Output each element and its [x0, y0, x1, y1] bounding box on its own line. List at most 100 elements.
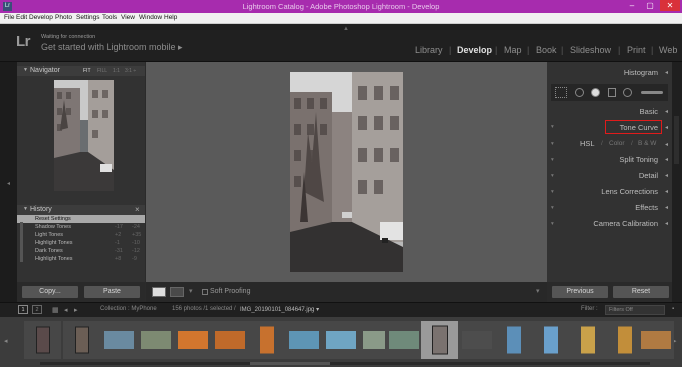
- module-slideshow[interactable]: Slideshow: [570, 45, 611, 55]
- back-arrow-icon[interactable]: ◂: [64, 306, 68, 314]
- thumbnail[interactable]: [248, 321, 285, 359]
- thumbnail[interactable]: [24, 321, 61, 359]
- right-panel-edge[interactable]: [672, 62, 682, 302]
- module-library[interactable]: Library: [415, 45, 443, 55]
- thumbnail[interactable]: [100, 321, 137, 359]
- history-item[interactable]: Reset Settings: [17, 215, 145, 223]
- expand-effects-icon[interactable]: ◂: [665, 204, 668, 211]
- panel-split-toning[interactable]: Split Toning: [619, 155, 658, 164]
- thumbnail[interactable]: [322, 321, 359, 359]
- thumbnail[interactable]: [495, 321, 532, 359]
- menu-tools[interactable]: Tools: [102, 14, 117, 21]
- thumbnail[interactable]: [637, 321, 674, 359]
- zoom-fill[interactable]: FILL: [97, 68, 107, 74]
- toolbar-menu-icon[interactable]: ▾: [536, 287, 540, 295]
- expand-hsl-icon[interactable]: ◂: [665, 141, 668, 148]
- tab-bw[interactable]: B & W: [638, 140, 656, 147]
- panel-basic[interactable]: Basic: [640, 107, 658, 116]
- collapse-histogram-icon[interactable]: ◂: [665, 69, 668, 76]
- history-item[interactable]: Shadow Tones -17 -24: [17, 223, 145, 231]
- before-after-dropdown[interactable]: ▾: [189, 287, 193, 295]
- module-book[interactable]: Book: [536, 45, 557, 55]
- module-map[interactable]: Map: [504, 45, 522, 55]
- panel-histogram[interactable]: Histogram: [624, 68, 658, 77]
- thumbnail[interactable]: [458, 321, 495, 359]
- module-develop[interactable]: Develop: [457, 45, 492, 55]
- navigator-preview[interactable]: [54, 80, 114, 191]
- panel-switch-icon[interactable]: ▾: [551, 189, 554, 195]
- panel-camera-calibration[interactable]: Camera Calibration: [593, 219, 658, 228]
- menu-photo[interactable]: Photo: [55, 14, 72, 21]
- adjustment-brush-icon[interactable]: [641, 91, 663, 94]
- panel-switch-icon[interactable]: ▾: [551, 157, 554, 163]
- thumbnail[interactable]: [285, 321, 322, 359]
- left-panel-edge[interactable]: ◂: [0, 62, 17, 302]
- close-button[interactable]: ✕: [660, 0, 680, 11]
- menu-settings[interactable]: Settings: [76, 14, 100, 21]
- previous-button[interactable]: Previous: [552, 286, 608, 298]
- filmstrip-left-icon[interactable]: ◂: [4, 337, 8, 345]
- thumbnail[interactable]: [174, 321, 211, 359]
- expand-detail-icon[interactable]: ◂: [665, 172, 668, 179]
- main-photo[interactable]: [290, 72, 403, 272]
- clear-history-icon[interactable]: ×: [135, 205, 140, 214]
- filter-dropdown[interactable]: Filters Off: [605, 305, 665, 315]
- menu-window[interactable]: Window: [139, 14, 162, 21]
- forward-arrow-icon[interactable]: ▸: [74, 306, 78, 314]
- zoom-3-1[interactable]: 3:1 ÷: [125, 68, 136, 74]
- thumbnail[interactable]: [211, 321, 248, 359]
- window-1-button[interactable]: 1: [18, 305, 28, 314]
- filmstrip-scrollbar[interactable]: [40, 362, 650, 365]
- thumbnail[interactable]: [385, 321, 422, 359]
- navigator-header[interactable]: ▼ Navigator FIT FILL 1:1 3:1 ÷: [17, 66, 145, 76]
- menu-file[interactable]: File: [4, 14, 14, 21]
- filmstrip-source[interactable]: Collection : MyPhone: [100, 306, 157, 312]
- panel-switch-icon[interactable]: ▾: [551, 173, 554, 179]
- red-eye-icon[interactable]: [591, 88, 600, 97]
- grid-view-icon[interactable]: ▦: [52, 306, 59, 314]
- reset-button[interactable]: Reset: [613, 286, 669, 298]
- image-viewer[interactable]: [146, 62, 547, 282]
- history-item[interactable]: Light Tones +2 +35: [17, 231, 145, 239]
- menu-edit[interactable]: Edit: [16, 14, 27, 21]
- panel-switch-icon[interactable]: ▾: [551, 205, 554, 211]
- module-print[interactable]: Print: [627, 45, 646, 55]
- zoom-1-1[interactable]: 1:1: [113, 68, 120, 74]
- panel-effects[interactable]: Effects: [635, 203, 658, 212]
- filmstrip-scroll-thumb[interactable]: [250, 362, 330, 365]
- history-item[interactable]: Highlight Tones +8 -9: [17, 255, 145, 263]
- module-web[interactable]: Web: [659, 45, 677, 55]
- thumbnail[interactable]: [63, 321, 100, 359]
- paste-button[interactable]: Paste: [84, 286, 140, 298]
- expand-split-toning-icon[interactable]: ◂: [665, 156, 668, 163]
- panel-detail[interactable]: Detail: [639, 171, 658, 180]
- thumbnail[interactable]: [569, 321, 606, 359]
- mobile-prompt[interactable]: Get started with Lightroom mobile ▸: [41, 42, 183, 53]
- loupe-view-icon[interactable]: [152, 287, 166, 297]
- selected-filename[interactable]: IMG_20190101_084647.jpg ▾: [240, 306, 319, 313]
- tab-color[interactable]: Color: [609, 140, 625, 147]
- graduated-filter-icon[interactable]: [608, 88, 616, 97]
- window-2-button[interactable]: 2: [32, 305, 42, 314]
- thumbnail[interactable]: [137, 321, 174, 359]
- panel-switch-icon[interactable]: ▾: [551, 221, 554, 227]
- maximize-button[interactable]: ▢: [642, 0, 658, 11]
- collapse-left-icon[interactable]: ◂: [7, 180, 10, 187]
- history-header[interactable]: ▼ History ×: [17, 205, 145, 215]
- before-after-icon[interactable]: [170, 287, 184, 297]
- soft-proofing-checkbox[interactable]: [202, 289, 208, 295]
- history-item[interactable]: Highlight Tones -1 -10: [17, 239, 145, 247]
- history-item[interactable]: Dark Tones -31 -12: [17, 247, 145, 255]
- copy-button[interactable]: Copy...: [22, 286, 78, 298]
- thumbnail-selected[interactable]: [421, 321, 458, 359]
- expand-tone-curve-icon[interactable]: ◂: [665, 124, 668, 131]
- crop-grid-icon[interactable]: [555, 87, 567, 98]
- radial-filter-icon[interactable]: [623, 88, 632, 97]
- tab-hsl[interactable]: HSL: [580, 139, 595, 148]
- thumbnail[interactable]: [532, 321, 569, 359]
- expand-lens-corrections-icon[interactable]: ◂: [665, 188, 668, 195]
- panel-tone-curve[interactable]: Tone Curve: [620, 123, 658, 132]
- minimize-button[interactable]: –: [624, 0, 640, 11]
- spot-removal-icon[interactable]: [575, 88, 584, 97]
- collapse-top-panel-icon[interactable]: ▲: [343, 26, 349, 32]
